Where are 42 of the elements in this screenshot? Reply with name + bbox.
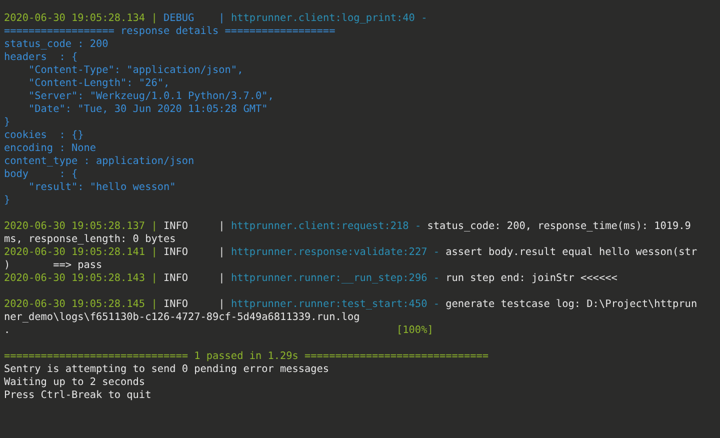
log-timestamp: 2020-06-30 19:05:28.143 | (4, 272, 158, 285)
log-message: ) ==> pass (4, 259, 102, 272)
log-message: ms, response_length: 0 bytes (4, 233, 176, 246)
log-source: httprunner.response:validate:227 - (230, 246, 440, 259)
response-text: ================== response details ================== (4, 25, 336, 38)
response-text: } (4, 194, 10, 207)
log-message: ner_demo\logs\f651130b-c126-4727-89cf-5d49a6811339.run.log (4, 311, 360, 324)
response-text: status_code : 200 (4, 38, 108, 51)
log-timestamp: 2020-06-30 19:05:28.137 | (4, 220, 158, 233)
log-source: httprunner.runner:__run_step:296 - (230, 272, 440, 285)
log-message: run step end: joinStr <<<<<< (446, 272, 618, 285)
log-message: assert body.result equal hello wesson(str (446, 246, 698, 259)
response-text: headers : { (4, 51, 78, 64)
log-message: . (4, 324, 10, 337)
response-text: "Content-Type": "application/json", (28, 64, 244, 77)
test-summary: ============================== 1 passed in 1.29s ============================== (4, 350, 489, 363)
log-level: INFO | (163, 272, 225, 285)
log-message: Sentry is attempting to send 0 pending error messages (4, 363, 330, 376)
log-source: httprunner.client:request:218 - (230, 220, 422, 233)
log-level: DEBUG | (163, 12, 225, 25)
log-message: status_code: 200, response_time(ms): 1019.9 (427, 220, 691, 233)
log-source: httprunner.client:log_print:40 - (230, 12, 428, 25)
progress-percent: [100%] (396, 324, 434, 337)
log-level: INFO | (163, 246, 225, 259)
response-text: } (4, 116, 10, 129)
response-text: cookies : {} (4, 129, 84, 142)
response-text: body : { (4, 168, 78, 181)
log-level: INFO | (163, 220, 225, 233)
response-text: "Date": "Tue, 30 Jun 2020 11:05:28 GMT" (28, 103, 268, 116)
response-text: "result": "hello wesson" (28, 181, 176, 194)
log-source: httprunner.runner:test_start:450 - (230, 298, 440, 311)
response-text: "Content-Length": "26", (28, 77, 170, 90)
response-text: "Server": "Werkzeug/1.0.1 Python/3.7.0", (28, 90, 274, 103)
log-message: Waiting up to 2 seconds (4, 376, 146, 389)
log-level: INFO | (163, 298, 225, 311)
log-timestamp: 2020-06-30 19:05:28.141 | (4, 246, 158, 259)
log-timestamp: 2020-06-30 19:05:28.145 | (4, 298, 158, 311)
response-text: encoding : None (4, 142, 96, 155)
log-message: generate testcase log: D:\Project\httprun (446, 298, 698, 311)
log-timestamp: 2020-06-30 19:05:28.134 | (4, 12, 158, 25)
response-text: content_type : application/json (4, 155, 194, 168)
log-message: Press Ctrl-Break to quit (4, 389, 152, 402)
